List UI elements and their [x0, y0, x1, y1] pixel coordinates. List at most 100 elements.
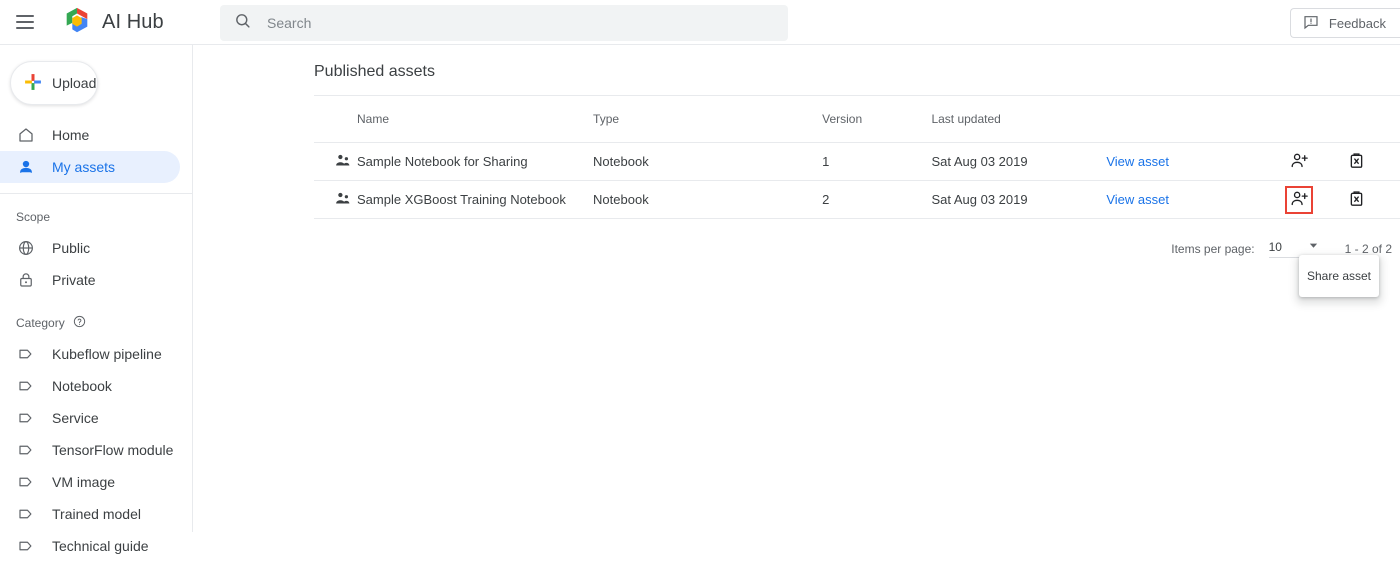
sidebar-item-private[interactable]: Private	[0, 264, 180, 296]
chevron-down-icon	[1308, 240, 1319, 254]
sidebar-item-label: Service	[52, 410, 99, 426]
delete-trash-icon	[1347, 151, 1366, 173]
view-asset-link[interactable]: View asset	[1106, 192, 1169, 207]
search-input[interactable]	[265, 14, 774, 32]
cell-asset-version: 1	[822, 142, 932, 181]
sidebar-item-label: Notebook	[52, 378, 112, 394]
help-circle-icon[interactable]	[73, 315, 86, 331]
category-group-label: Category	[0, 308, 192, 338]
sidebar-primary-nav: Home My assets	[0, 119, 192, 194]
person-add-icon	[1290, 151, 1309, 173]
hamburger-line	[16, 27, 34, 29]
cell-share	[1285, 180, 1343, 219]
table-row[interactable]: Sample Notebook for Sharing Notebook 1 S…	[314, 142, 1400, 181]
asset-name-text: Sample Notebook for Sharing	[357, 154, 528, 169]
sidebar-item-label: My assets	[52, 159, 116, 175]
home-icon	[16, 125, 36, 145]
tag-icon	[16, 344, 36, 364]
sidebar-item-home[interactable]: Home	[0, 119, 180, 151]
hamburger-line	[16, 21, 34, 23]
sidebar-item-service[interactable]: Service	[0, 402, 180, 434]
delete-trash-icon	[1347, 189, 1366, 211]
brand-logo-link[interactable]: AI Hub	[62, 5, 164, 40]
plus-icon	[23, 72, 43, 95]
feedback-comment-icon	[1303, 14, 1319, 33]
delete-asset-button[interactable]	[1343, 148, 1371, 176]
cell-view-asset: View asset	[1106, 142, 1286, 181]
sidebar-item-vm-image[interactable]: VM image	[0, 466, 180, 498]
scope-group-label: Scope	[16, 210, 51, 224]
share-asset-button-highlighted[interactable]	[1285, 185, 1314, 214]
sidebar-item-public[interactable]: Public	[0, 232, 180, 264]
globe-icon	[16, 238, 36, 258]
sidebar-item-label: Private	[52, 272, 96, 288]
feedback-button[interactable]: Feedback	[1289, 8, 1400, 38]
cell-delete	[1342, 142, 1400, 181]
tag-icon	[16, 376, 36, 396]
cell-last-updated: Sat Aug 03 2019	[931, 180, 1107, 219]
sidebar-item-technical-guide[interactable]: Technical guide	[0, 530, 180, 562]
sidebar-item-tensorflow-module[interactable]: TensorFlow module	[0, 434, 180, 466]
hamburger-icon[interactable]	[16, 10, 40, 34]
tag-icon	[16, 440, 36, 460]
search-bar[interactable]	[220, 5, 788, 41]
app-title: AI Hub	[102, 10, 164, 33]
paginator: Items per page: 10 1 - 2 of 2	[314, 228, 1400, 270]
sidebar: Upload Home My assets Scope Public Priva…	[0, 45, 193, 554]
sidebar-item-label: Public	[52, 240, 91, 256]
table-header-row: Name Type Version Last updated	[314, 95, 1400, 143]
tooltip-text: Share asset	[1306, 269, 1372, 283]
sidebar-item-notebook[interactable]: Notebook	[0, 370, 180, 402]
cell-last-updated: Sat Aug 03 2019	[931, 142, 1107, 181]
tag-icon	[16, 504, 36, 524]
sidebar-item-label: Technical guide	[52, 538, 149, 554]
cell-asset-version: 2	[822, 180, 932, 219]
tag-icon	[16, 472, 36, 492]
hamburger-line	[16, 15, 34, 17]
sidebar-item-label: Kubeflow pipeline	[52, 346, 162, 362]
items-per-page-label: Items per page:	[1171, 242, 1255, 256]
asset-name-text: Sample XGBoost Training Notebook	[357, 192, 566, 207]
sidebar-item-kubeflow-pipeline[interactable]: Kubeflow pipeline	[0, 338, 180, 370]
table-row[interactable]: Sample XGBoost Training Notebook Noteboo…	[314, 180, 1400, 219]
sidebar-item-trained-model[interactable]: Trained model	[0, 498, 180, 530]
column-header-type: Type	[593, 95, 823, 143]
items-per-page-value: 10	[1268, 240, 1282, 254]
search-icon	[234, 12, 251, 34]
pagination-range-label: 1 - 2 of 2	[1344, 242, 1392, 256]
column-header-share	[1285, 95, 1343, 143]
sidebar-category-group: Category Kubeflow pipeline Notebook Serv…	[0, 308, 192, 562]
tag-icon	[16, 536, 36, 556]
sidebar-item-label: TensorFlow module	[52, 442, 174, 458]
cell-asset-type: Notebook	[593, 142, 823, 181]
share-asset-button[interactable]	[1285, 148, 1313, 176]
upload-label: Upload	[52, 75, 97, 91]
column-header-delete	[1342, 95, 1400, 143]
tag-icon	[16, 408, 36, 428]
sidebar-item-my-assets[interactable]: My assets	[0, 151, 180, 183]
cell-asset-name: Sample XGBoost Training Notebook	[314, 180, 594, 219]
shared-person-icon	[334, 152, 351, 172]
cell-view-asset: View asset	[1106, 180, 1286, 219]
delete-asset-button[interactable]	[1343, 186, 1371, 214]
cell-asset-name: Sample Notebook for Sharing	[314, 142, 594, 181]
share-asset-tooltip: Share asset	[1299, 255, 1379, 297]
column-header-last-updated: Last updated	[931, 95, 1107, 143]
sidebar-item-label: Home	[52, 127, 90, 143]
column-header-version: Version	[822, 95, 932, 143]
published-assets-table: Name Type Version Last updated Sample No…	[314, 95, 1400, 219]
sidebar-item-label: Trained model	[52, 506, 141, 522]
top-app-bar: AI Hub Feedback	[0, 0, 1400, 45]
upload-button[interactable]: Upload	[10, 61, 98, 105]
lock-icon	[16, 270, 36, 290]
category-group-label-text: Category	[16, 316, 65, 330]
view-asset-link[interactable]: View asset	[1106, 154, 1169, 169]
cell-delete	[1342, 180, 1400, 219]
feedback-label: Feedback	[1328, 15, 1386, 31]
sidebar-scope-group: Scope Public Private	[0, 202, 192, 296]
cell-share	[1285, 142, 1343, 181]
ai-hub-cube-logo	[62, 5, 92, 40]
person-icon	[16, 157, 36, 177]
shared-person-icon	[334, 190, 351, 210]
sidebar-item-label: VM image	[52, 474, 116, 490]
